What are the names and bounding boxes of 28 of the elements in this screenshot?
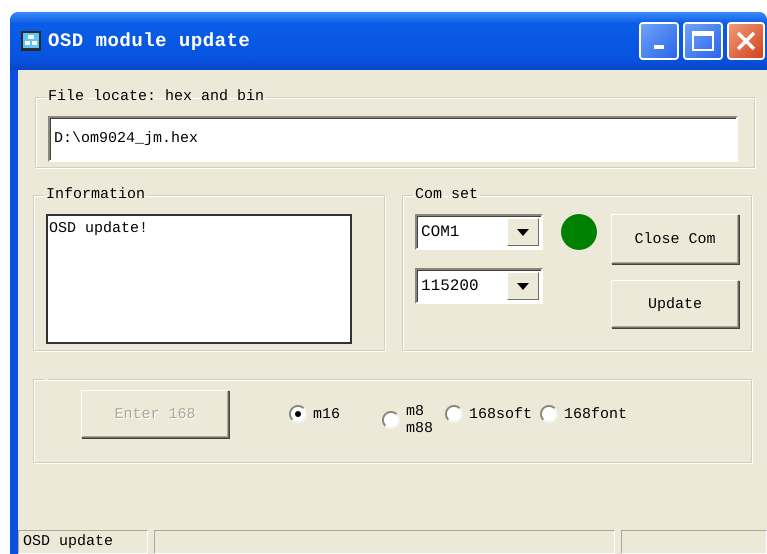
port-dropdown[interactable]: COM1 — [415, 214, 543, 250]
radio-button[interactable] — [445, 405, 464, 423]
close-button[interactable] — [727, 22, 765, 60]
radio-label[interactable]: 168font — [564, 406, 628, 422]
radio-button[interactable] — [289, 405, 307, 423]
caret-icon[interactable] — [517, 228, 529, 236]
status-panel: OSD update — [18, 530, 148, 554]
close-com-button[interactable]: Close Com — [611, 214, 739, 264]
radio-button[interactable] — [540, 405, 558, 423]
minimize-icon — [654, 45, 664, 49]
group-label: File locate: hex and bin — [47, 88, 266, 106]
minimize-button[interactable] — [639, 22, 679, 60]
radio-label[interactable]: 168soft — [469, 406, 532, 422]
group-label: Com set — [414, 186, 480, 204]
update-button[interactable]: Update — [611, 280, 739, 328]
app-icon — [20, 30, 42, 52]
caret-icon[interactable] — [517, 282, 529, 290]
maximize-button[interactable] — [683, 22, 723, 60]
close-icon — [735, 30, 757, 52]
radio-button[interactable] — [382, 411, 400, 429]
group-label: Information — [45, 186, 146, 204]
radio-label[interactable]: m16 — [313, 406, 340, 422]
maximize-icon — [691, 30, 715, 52]
file-path-field[interactable]: D:\om9024_jm.hex — [48, 116, 738, 162]
radio-label[interactable]: m8 m88 — [406, 403, 434, 437]
window-title: OSD module update — [48, 30, 250, 52]
baud-rate-dropdown[interactable]: 115200 — [415, 268, 543, 304]
information-text-area[interactable]: OSD update! — [46, 214, 352, 344]
